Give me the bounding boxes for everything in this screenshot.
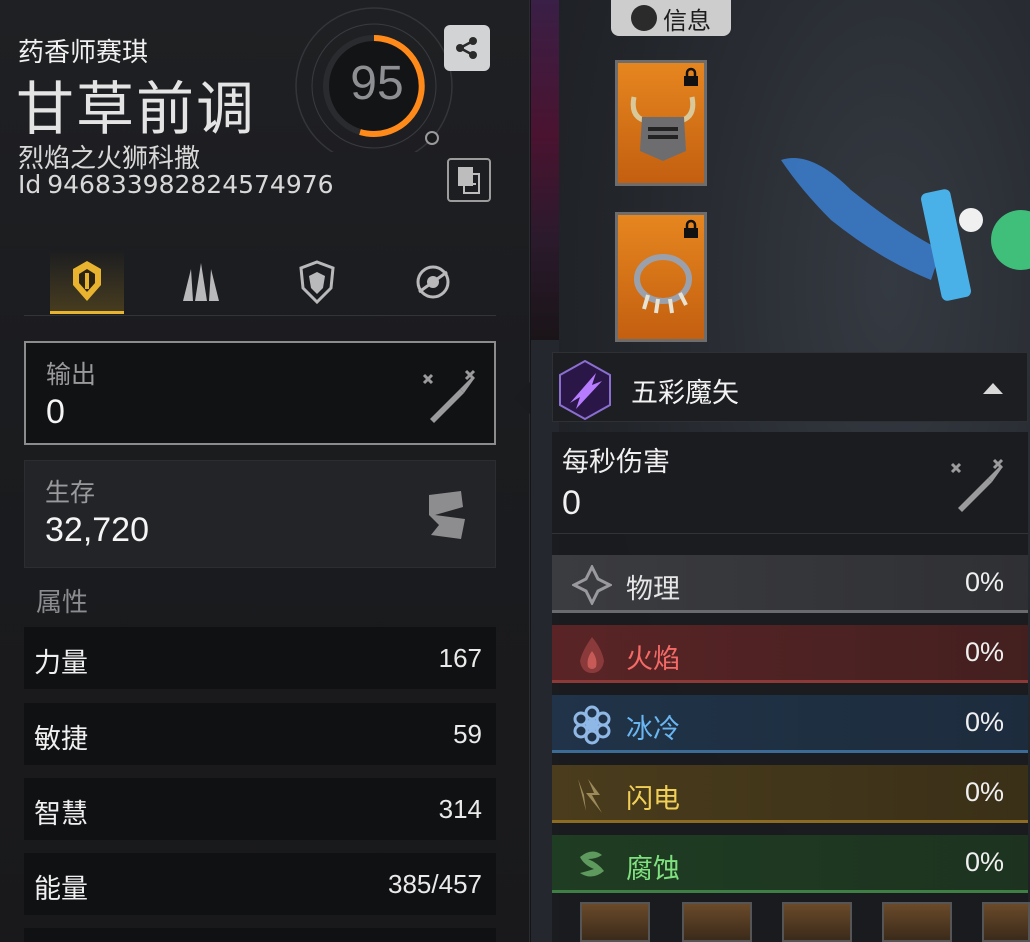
equipment-slot-necklace[interactable]: [615, 212, 707, 342]
survival-label: 生存: [45, 478, 96, 507]
dps-label: 每秒伤害: [562, 447, 670, 478]
crosshair-icon: [416, 265, 450, 299]
attribute-name: 智慧: [34, 799, 88, 830]
element-row-fire: 火焰 0%: [552, 625, 1028, 683]
character-id-prefix: Id: [18, 170, 42, 199]
element-percent: 0%: [964, 707, 1004, 737]
element-row-poison: 腐蚀 0%: [552, 835, 1028, 893]
skill-name: 五彩魔矢: [631, 378, 739, 409]
attribute-row-intelligence: 智慧 314: [24, 778, 496, 840]
attribute-value: 385/457: [388, 869, 482, 899]
attribute-row-partial: [24, 928, 496, 942]
character-id: Id 946833982824574976: [18, 170, 334, 199]
tab-misc[interactable]: [396, 250, 470, 314]
attributes-heading: 属性: [36, 588, 89, 618]
lock-icon: [684, 219, 698, 238]
copy-icon: [458, 167, 480, 194]
crossed-swords-icon: [422, 369, 476, 423]
hero-character-art: [781, 158, 1030, 301]
element-name: 腐蚀: [626, 854, 680, 885]
attribute-name: 力量: [34, 648, 88, 679]
popup-pointer: [514, 382, 530, 414]
element-percent: 0%: [964, 777, 1004, 807]
character-name: 甘草前调: [16, 75, 257, 143]
tab-defense[interactable]: [280, 250, 354, 314]
spiked-necklace-icon: [634, 254, 692, 314]
info-icon: [631, 5, 657, 31]
bottom-equipment-slot[interactable]: [682, 902, 752, 942]
category-tabs: [24, 250, 496, 316]
copy-id-button[interactable]: [447, 158, 491, 202]
attribute-name: 敏捷: [34, 724, 88, 755]
tab-offense[interactable]: [50, 250, 124, 314]
lightning-damage-icon: [578, 779, 602, 813]
equipment-slot-helmet[interactable]: [615, 60, 707, 186]
lock-icon: [684, 67, 698, 86]
attribute-row-dexterity: 敏捷 59: [24, 703, 496, 765]
character-id-value: 946833982824574976: [47, 170, 334, 199]
physical-damage-icon: [572, 565, 612, 605]
shield-emblem-icon: [429, 491, 465, 539]
dps-box: 每秒伤害 0: [552, 432, 1028, 534]
output-label: 输出: [46, 360, 97, 389]
dps-value: 0: [562, 484, 581, 522]
attribute-row-strength: 力量 167: [24, 627, 496, 689]
element-name: 闪电: [626, 784, 680, 815]
skill-selector[interactable]: 五彩魔矢: [552, 352, 1028, 422]
survival-value: 32,720: [45, 511, 149, 549]
character-panel: 药香师赛琪 甘草前调 烈焰之火狮科撒 Id 946833982824574976 …: [0, 0, 530, 942]
element-name: 物理: [626, 574, 680, 605]
crossed-swords-icon: [950, 458, 1004, 512]
bottom-equipment-slot[interactable]: [580, 902, 650, 942]
bottom-equipment-slot[interactable]: [982, 902, 1030, 942]
share-button[interactable]: [444, 25, 490, 71]
bottom-equipment-slot[interactable]: [882, 902, 952, 942]
element-row-physical: 物理 0%: [552, 555, 1028, 613]
element-row-lightning: 闪电 0%: [552, 765, 1028, 823]
horned-helmet-icon: [630, 96, 696, 161]
info-tab-label: 信息: [663, 6, 711, 35]
attribute-name: 能量: [34, 874, 88, 905]
survival-stat-card[interactable]: 生存 32,720: [24, 460, 496, 568]
arcane-bolt-skill-icon: [559, 359, 611, 421]
skill-damage-breakdown: 每秒伤害 0 物理 0% 火焰 0% 冰冷 0% 闪电 0% 腐蚀 0%: [552, 432, 1028, 942]
attribute-value: 314: [438, 794, 482, 824]
bottom-equipment-slot[interactable]: [782, 902, 852, 942]
output-value: 0: [46, 393, 65, 431]
fire-damage-icon: [580, 637, 604, 673]
tab-skills[interactable]: [164, 250, 238, 314]
attribute-row-energy: 能量 385/457: [24, 853, 496, 915]
element-percent: 0%: [964, 637, 1004, 667]
scene-edge-art: [531, 0, 559, 340]
shield-icon: [299, 260, 335, 304]
output-stat-card[interactable]: 输出 0: [24, 341, 496, 445]
attribute-value: 59: [453, 719, 482, 749]
collapse-arrow-icon[interactable]: [983, 383, 1003, 394]
attribute-value: 167: [438, 643, 482, 673]
bottom-equipment-strip: [580, 902, 1030, 942]
element-name: 冰冷: [626, 714, 680, 745]
helmet-icon: [73, 260, 101, 301]
skill-detail-popup: 五彩魔矢 每秒伤害 0 物理 0% 火焰 0% 冰冷 0% 闪电 0% 腐蚀 0…: [514, 342, 1030, 942]
poison-damage-icon: [580, 851, 604, 877]
element-name: 火焰: [626, 644, 680, 675]
cold-damage-icon: [573, 705, 611, 745]
element-percent: 0%: [964, 847, 1004, 877]
info-tab[interactable]: 信息: [611, 0, 731, 36]
level-value: 95: [350, 57, 404, 110]
share-icon: [456, 37, 477, 59]
element-row-cold: 冰冷 0%: [552, 695, 1028, 753]
element-percent: 0%: [964, 567, 1004, 597]
claws-icon: [183, 263, 219, 301]
